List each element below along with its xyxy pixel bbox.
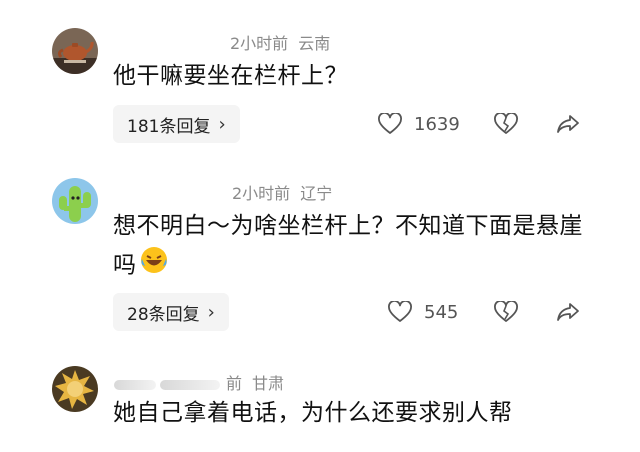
comment-time: 前 (226, 374, 243, 393)
share-arrow-icon[interactable] (556, 301, 580, 323)
comment-time: 2小时前 (232, 184, 291, 203)
heart-outline-icon (378, 113, 402, 134)
comment-location: 甘肃 (252, 374, 285, 393)
comment-meta: 前甘肃 (114, 370, 284, 394)
heart-outline-icon (388, 301, 412, 322)
comment-text: 她自己拿着电话，为什么还要求别人帮 (113, 400, 513, 426)
blurred-username (160, 379, 220, 390)
like-count: 545 (424, 301, 459, 323)
replies-count-label: 181条回复 (127, 116, 211, 137)
share-arrow-icon[interactable] (556, 113, 580, 135)
chevron-right-icon: › (207, 301, 215, 323)
comment-meta: 2小时前 云南 (230, 30, 330, 54)
broken-heart-icon[interactable] (494, 113, 518, 135)
view-replies-button[interactable]: 181条回复 › (113, 105, 240, 143)
like-button[interactable]: 1639 (378, 113, 460, 135)
view-replies-button[interactable]: 28条回复 › (113, 293, 229, 331)
broken-heart-icon[interactable] (494, 301, 518, 323)
comments-panel: 2小时前 云南 他干嘛要坐在栏杆上？ 181条回复 › 1639 2小时前 辽宁… (20, 20, 612, 436)
comment-time: 2小时前 (230, 34, 289, 53)
comment-location: 云南 (298, 34, 331, 53)
like-count: 1639 (414, 113, 460, 135)
comment-text-content: 想不明白～为啥坐栏杆上？不知道下面是悬崖吗 (113, 213, 583, 279)
like-button[interactable]: 545 (388, 301, 458, 323)
comment-actions: 181条回复 › 1639 (20, 105, 612, 143)
sun-avatar-icon[interactable] (52, 366, 98, 412)
comment-meta: 2小时前 辽宁 (232, 180, 332, 204)
comment-location: 辽宁 (300, 184, 333, 203)
blurred-username (114, 379, 156, 390)
chevron-right-icon: › (218, 113, 226, 135)
laughing-crying-emoji-icon (139, 245, 169, 287)
comment-text: 想不明白～为啥坐栏杆上？不知道下面是悬崖吗 (113, 208, 583, 287)
teapot-avatar-icon[interactable] (52, 28, 98, 74)
replies-count-label: 28条回复 (127, 304, 200, 325)
comment-actions: 28条回复 › 545 (20, 293, 612, 331)
cactus-avatar-icon[interactable] (52, 178, 98, 224)
comment-text: 他干嘛要坐在栏杆上？ (113, 63, 348, 89)
